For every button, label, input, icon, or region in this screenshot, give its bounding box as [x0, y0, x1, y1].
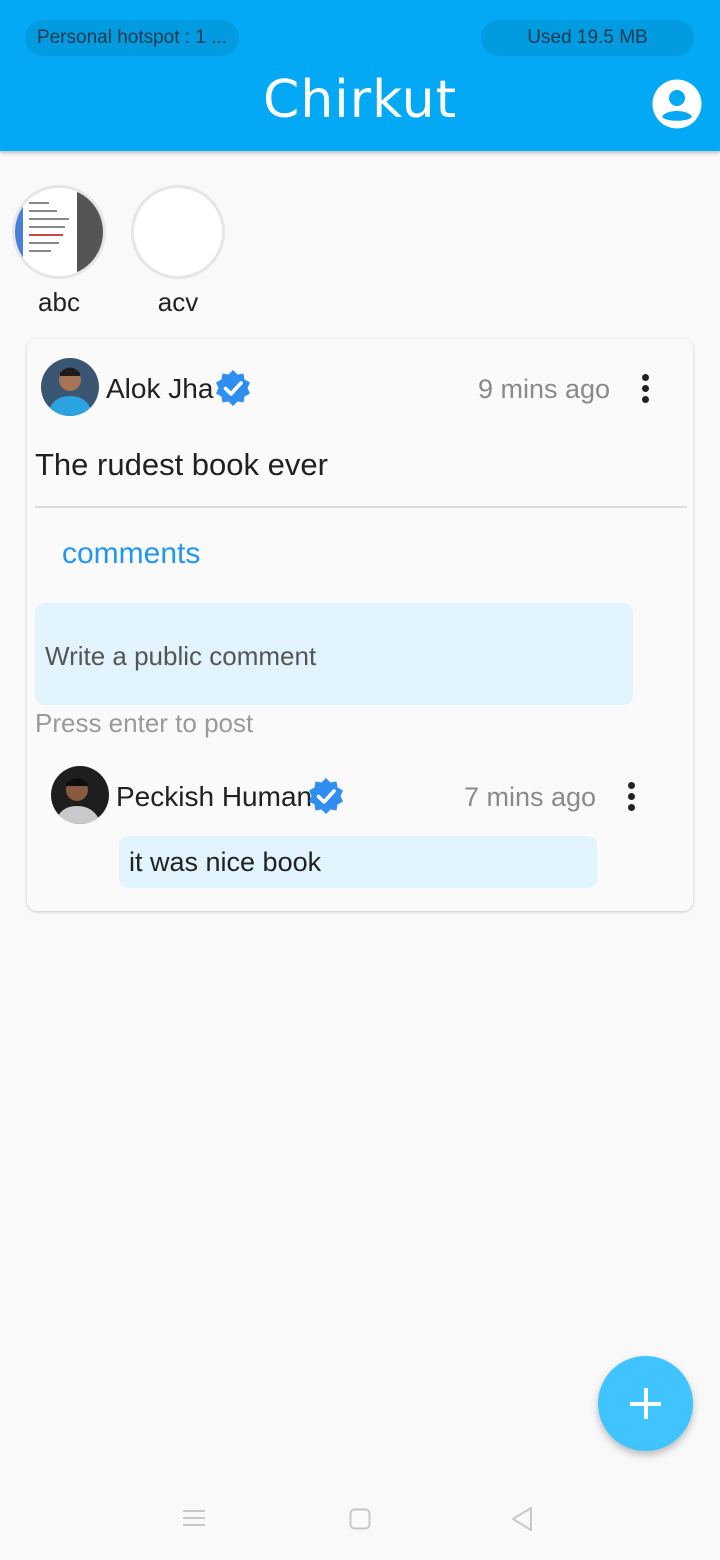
triangle-back-icon[interactable]: [511, 1506, 533, 1532]
post-text: The rudest book ever: [35, 447, 328, 482]
story-acv[interactable]: acv: [131, 185, 225, 318]
data-usage-label: Used 19.5 MB: [527, 27, 648, 48]
commenter-avatar[interactable]: [51, 766, 109, 824]
comment-timestamp: 7 mins ago: [464, 782, 597, 812]
story-label: abc: [38, 287, 80, 317]
app-header: Personal hotspot : 1 ... Used 19.5 MB Ch…: [0, 0, 720, 151]
story-thumbnail: [12, 185, 106, 279]
story-thumbnail: [131, 185, 225, 279]
post-author-name[interactable]: Alok Jha: [106, 373, 213, 405]
post-more-options-icon[interactable]: [640, 374, 650, 404]
account-circle-icon[interactable]: [651, 78, 703, 130]
comments-link[interactable]: comments: [62, 537, 200, 571]
data-usage-indicator[interactable]: Used 19.5 MB: [481, 20, 694, 56]
comment-more-options-icon[interactable]: [626, 782, 636, 812]
comment-text: it was nice book: [119, 836, 597, 888]
post-timestamp: 9 mins ago: [478, 374, 611, 404]
comment-hint: Press enter to post: [35, 708, 254, 738]
post-card: Alok Jha 9 mins ago The rudest book ever…: [27, 339, 693, 911]
hotspot-indicator[interactable]: Personal hotspot : 1 ...: [25, 20, 239, 56]
square-home-icon[interactable]: [349, 1508, 371, 1530]
comment-input-placeholder: Write a public comment: [45, 641, 317, 671]
comment-author-name[interactable]: Peckish Human: [116, 781, 312, 813]
app-title: Chirkut: [263, 70, 457, 130]
verified-badge-icon: [216, 370, 250, 406]
comment-input[interactable]: Write a public comment: [35, 603, 633, 705]
story-abc[interactable]: abc: [12, 185, 106, 318]
story-label: acv: [157, 287, 199, 317]
verified-badge-icon: [309, 778, 343, 814]
author-avatar[interactable]: [41, 358, 99, 416]
hotspot-label: Personal hotspot : 1 ...: [36, 27, 228, 48]
divider: [35, 506, 687, 508]
menu-icon[interactable]: [183, 1508, 205, 1528]
create-post-button[interactable]: [598, 1356, 693, 1451]
